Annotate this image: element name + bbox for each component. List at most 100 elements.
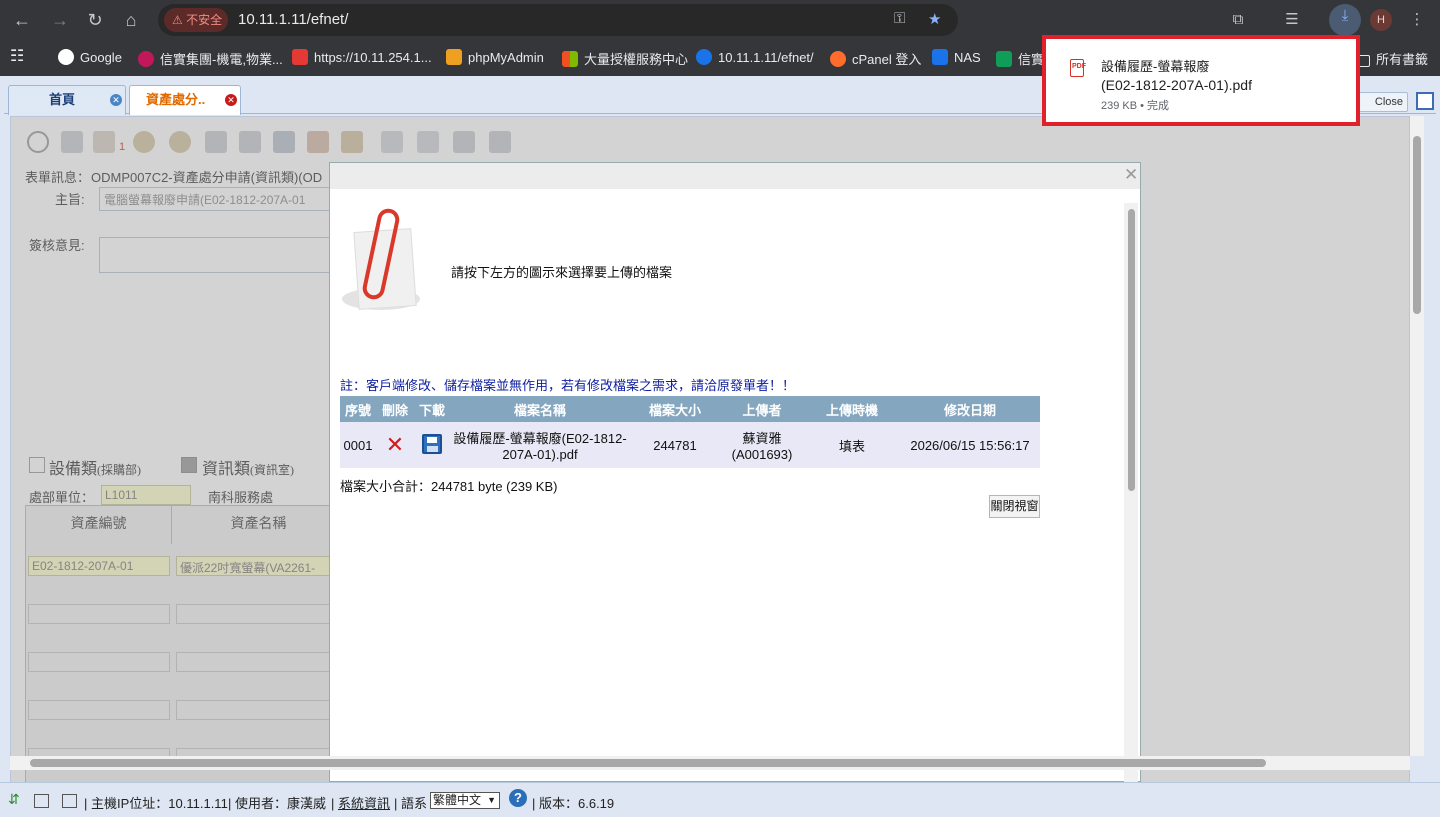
form-area: 1 表單訊息： ODMP007C2-資產處分申請(資訊類)(OD 主旨: 電腦螢… [10, 116, 1410, 796]
save-download-icon[interactable] [414, 422, 450, 468]
back-icon[interactable]: ← [10, 8, 34, 32]
file-size-total: 檔案大小合計：244781 byte (239 KB) [340, 479, 558, 494]
security-chip[interactable]: ⚠ 不安全 [164, 8, 228, 32]
star-icon[interactable]: ★ [928, 10, 941, 28]
home-icon[interactable]: ⌂ [119, 8, 143, 32]
refresh-arrow-icon[interactable]: ⇵ [8, 791, 20, 808]
address-bar[interactable]: ⚠ 不安全 10.11.1.11/efnet/ ⚿ ★ [158, 4, 958, 36]
avatar[interactable]: H [1370, 9, 1392, 31]
all-bookmarks-label: 所有書籤 [1376, 52, 1429, 67]
efnet-app: 首頁 ✕ 資產處分.. ✕ Close Tab 1 表單訊息： ODMP007C… [0, 76, 1440, 817]
tab-asset-label: 資產處分.. [146, 92, 206, 107]
close-window-button[interactable]: 關閉視窗 [989, 495, 1040, 518]
sysinfo-group: | 系統資訊 [331, 796, 391, 811]
url-text[interactable]: 10.11.1.11/efnet/ [238, 11, 348, 28]
help-icon[interactable]: ? [509, 789, 527, 807]
col-uploader: 上傳者 [720, 396, 804, 422]
file-table-header: 序號 刪除 下載 檔案名稱 檔案大小 上傳者 上傳時機 修改日期 [340, 396, 1040, 422]
upload-instruction: 請按下左方的圖示來選擇要上傳的檔案 [451, 265, 673, 280]
page-vscroll-thumb[interactable] [1413, 136, 1421, 314]
bookmark-google[interactable]: Google [58, 49, 122, 65]
file-uploader: 蘇資雅(A001693) [720, 422, 804, 468]
bookmark-label: 信實集團-機電,物業... [160, 52, 283, 67]
forward-icon[interactable]: → [48, 8, 72, 32]
download-filename-2: (E02-1812-207A-01).pdf [1101, 77, 1252, 93]
bookmark-label: cPanel 登入 [852, 52, 922, 67]
col-filename: 檔案名稱 [450, 396, 630, 422]
page-hscroll-thumb[interactable] [30, 759, 1266, 767]
col-delete: 刪除 [376, 396, 414, 422]
file-timing: 填表 [804, 422, 900, 468]
bookmark-label: NAS [954, 50, 981, 65]
close-tab-button[interactable]: Close Tab [1356, 92, 1408, 112]
edit-note: 註：客戶端修改、儲存檔案並無作用，若有修改檔案之需求，請洽原發單者！！ [340, 378, 796, 393]
file-seq: 0001 [340, 422, 376, 468]
bookmark-phpmyadmin[interactable]: phpMyAdmin [446, 49, 544, 65]
bookmark-cpanel[interactable]: cPanel 登入 [830, 49, 921, 68]
delete-icon[interactable]: ✕ [376, 422, 414, 468]
version-group: | 版本：6.6.19 [532, 796, 615, 811]
bookmark-drive[interactable]: 信實 [996, 49, 1044, 68]
close-icon[interactable]: ✕ [1124, 165, 1138, 185]
host-ip-label: 主機IP位址：10.11.1.11 [91, 796, 228, 811]
col-size: 檔案大小 [630, 396, 720, 422]
tab-home-label: 首頁 [49, 92, 76, 107]
extensions-icon[interactable]: ⧉ [1226, 8, 1250, 32]
close-icon[interactable]: ✕ [110, 94, 122, 106]
attachment-dialog: ✕ 請按下左方的圖示來選擇要上傳的檔案 註：客戶端修改、儲存檔案並無作用，若有修… [329, 162, 1141, 783]
bookmark-shinsun[interactable]: 信實集團-機電,物業... [138, 49, 283, 68]
table-row: 0001 ✕ 設備履歷-螢幕報廢(E02-1812-207A-01).pdf 2… [340, 422, 1040, 468]
reading-list-icon[interactable]: ☰ [1280, 8, 1304, 32]
lang-group: | 語系 [394, 796, 428, 811]
col-timing: 上傳時機 [804, 396, 900, 422]
bookmark-label: 10.11.1.11/efnet/ [718, 50, 814, 65]
bookmark-label: https://10.11.254.1... [314, 50, 432, 65]
sysinfo-link[interactable]: 系統資訊 [338, 796, 390, 811]
bookmark-label: 大量授權服務中心 [584, 52, 689, 67]
col-modified: 修改日期 [900, 396, 1040, 422]
file-table: 序號 刪除 下載 檔案名稱 檔案大小 上傳者 上傳時機 修改日期 0001 ✕ [340, 396, 1040, 468]
lang-label: 語系 [401, 796, 428, 811]
download-meta: 239 KB • 完成 [1101, 100, 1170, 112]
tab-list-icon[interactable] [1416, 92, 1434, 110]
menu-icon[interactable]: ⋮ [1405, 8, 1429, 32]
close-icon[interactable]: ✕ [225, 94, 237, 106]
panel-icon[interactable] [62, 794, 77, 808]
pdf-file-icon: PDF [1070, 59, 1086, 77]
tab-home[interactable]: 首頁 ✕ [8, 85, 126, 115]
file-size: 244781 [630, 422, 720, 468]
page-vertical-scrollbar[interactable] [1410, 116, 1424, 756]
version-label: 版本：6.6.19 [539, 796, 615, 811]
bookmark-vlsc[interactable]: 大量授權服務中心 [562, 49, 688, 68]
tab-asset-disposal[interactable]: 資產處分.. ✕ [129, 85, 241, 115]
security-label: 不安全 [186, 13, 223, 27]
col-seq: 序號 [340, 396, 376, 422]
bookmark-label: 信實 [1018, 52, 1045, 67]
browser-toolbar: ← → ↻ ⌂ ⚠ 不安全 10.11.1.11/efnet/ ⚿ ★ ⧉ ☰ … [0, 0, 1440, 40]
language-value: 繁體中文 [433, 793, 482, 807]
bookmark-ip[interactable]: https://10.11.254.1... [292, 49, 432, 65]
host-ip: | 主機IP位址：10.11.1.11 [84, 796, 228, 811]
key-icon[interactable]: ⚿ [894, 10, 905, 27]
bookmark-nas[interactable]: NAS [932, 49, 981, 65]
bookmark-label: Google [80, 50, 122, 65]
page-horizontal-scrollbar[interactable] [10, 756, 1410, 770]
dialog-scroll-thumb[interactable] [1128, 209, 1135, 491]
all-bookmarks[interactable]: 所有書籤 [1358, 49, 1428, 68]
paperclip-upload-icon[interactable] [342, 206, 422, 310]
download-filename-1: 設備履歷-螢幕報廢 [1101, 59, 1210, 74]
dialog-scrollbar[interactable] [1124, 203, 1138, 783]
status-bar: ⇵ | 主機IP位址：10.11.1.11 | 使用者：康漢威 | 系統資訊 |… [0, 782, 1440, 817]
user-label: 使用者：康漢威 [235, 796, 327, 811]
download-popup[interactable]: PDF 設備履歷-螢幕報廢 (E02-1812-207A-01).pdf 239… [1042, 35, 1360, 126]
col-download: 下載 [414, 396, 450, 422]
bookmark-label: phpMyAdmin [468, 50, 544, 65]
language-select[interactable]: 繁體中文 ▼ [430, 792, 500, 809]
list-icon[interactable] [34, 794, 49, 808]
dialog-titlebar [330, 163, 1140, 189]
file-name-link[interactable]: 設備履歷-螢幕報廢(E02-1812-207A-01).pdf [450, 422, 630, 468]
download-icon[interactable]: ⤓ [1329, 4, 1361, 36]
bookmark-efnet[interactable]: 10.11.1.11/efnet/ [696, 49, 814, 65]
apps-grid-icon[interactable]: ☷ [10, 46, 24, 66]
reload-icon[interactable]: ↻ [83, 8, 107, 32]
